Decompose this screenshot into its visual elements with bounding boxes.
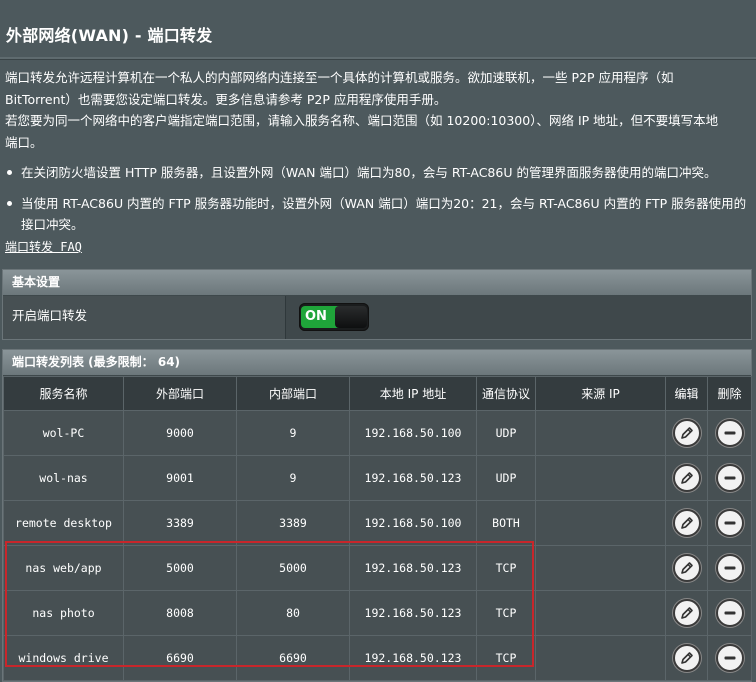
desc-line: 端口转发允许远程计算机在一个私人的内部网络内连接至一个具体的计算机或服务。欲加速… — [5, 70, 674, 85]
description: 端口转发允许远程计算机在一个私人的内部网络内连接至一个具体的计算机或服务。欲加速… — [5, 67, 750, 153]
cell-protocol: TCP — [476, 635, 536, 681]
desc-line: 端口。 — [5, 134, 43, 150]
edit-pencil-icon[interactable] — [672, 509, 701, 537]
cell-delete — [707, 635, 752, 681]
title-divider — [0, 57, 756, 60]
col-internal-port: 内部端口 — [236, 376, 350, 411]
port-forward-list-header: 端口转发列表 (最多限制： 64) — [3, 350, 751, 376]
cell-protocol: TCP — [476, 590, 536, 636]
table-row: nas photo 8008 80 192.168.50.123 TCP — [3, 590, 752, 636]
col-source-ip: 来源 IP — [535, 376, 666, 411]
toggle-on-label: ON — [301, 306, 339, 328]
col-local-ip: 本地 IP 地址 — [349, 376, 477, 411]
cell-internal-port: 9 — [236, 455, 350, 501]
cell-local-ip: 192.168.50.100 — [349, 500, 477, 546]
cell-edit — [665, 590, 708, 636]
page-title: 外部网络(WAN) - 端口转发 — [6, 26, 213, 45]
faq-link[interactable]: 端口转发 FAQ — [5, 238, 82, 255]
cell-local-ip: 192.168.50.100 — [349, 410, 477, 456]
cell-service-name: wol-nas — [3, 455, 124, 501]
cell-local-ip: 192.168.50.123 — [349, 545, 477, 591]
col-external-port: 外部端口 — [123, 376, 237, 411]
cell-source-ip — [535, 455, 666, 501]
basic-settings-header: 基本设置 — [3, 270, 751, 296]
table-row: windows drive 6690 6690 192.168.50.123 T… — [3, 635, 752, 681]
cell-source-ip — [535, 590, 666, 636]
cell-local-ip: 192.168.50.123 — [349, 455, 477, 501]
table-row: wol-PC 9000 9 192.168.50.100 UDP — [3, 410, 752, 456]
cell-internal-port: 5000 — [236, 545, 350, 591]
cell-local-ip: 192.168.50.123 — [349, 590, 477, 636]
delete-minus-icon[interactable] — [715, 554, 744, 582]
delete-minus-icon[interactable] — [715, 644, 744, 672]
enable-port-forward-row: 开启端口转发 ON — [3, 296, 751, 339]
edit-pencil-icon[interactable] — [672, 644, 701, 672]
col-delete: 删除 — [707, 376, 752, 411]
cell-service-name: nas photo — [3, 590, 124, 636]
cell-external-port: 9001 — [123, 455, 237, 501]
desc-line: 若您要为同一个网络中的客户端指定端口范围，请输入服务名称、端口范围（如 1020… — [5, 113, 719, 128]
cell-source-ip — [535, 410, 666, 456]
cell-local-ip: 192.168.50.123 — [349, 635, 477, 681]
delete-minus-icon[interactable] — [715, 599, 744, 627]
edit-pencil-icon[interactable] — [672, 419, 701, 447]
cell-external-port: 6690 — [123, 635, 237, 681]
cell-delete — [707, 590, 752, 636]
col-protocol: 通信协议 — [476, 376, 536, 411]
cell-protocol: BOTH — [476, 500, 536, 546]
port-forward-table: 服务名称 外部端口 内部端口 本地 IP 地址 通信协议 来源 IP 编辑 删除… — [3, 376, 752, 681]
basic-settings-section: 基本设置 开启端口转发 ON — [2, 269, 752, 340]
cell-source-ip — [535, 500, 666, 546]
cell-external-port: 3389 — [123, 500, 237, 546]
delete-minus-icon[interactable] — [715, 419, 744, 447]
cell-service-name: wol-PC — [3, 410, 124, 456]
edit-pencil-icon[interactable] — [672, 464, 701, 492]
cell-external-port: 5000 — [123, 545, 237, 591]
cell-service-name: nas web/app — [3, 545, 124, 591]
cell-service-name: remote desktop — [3, 500, 124, 546]
table-row: nas web/app 5000 5000 192.168.50.123 TCP — [3, 545, 752, 591]
toggle-knob — [335, 306, 367, 328]
port-forward-list-section: 端口转发列表 (最多限制： 64) 服务名称 外部端口 内部端口 本地 IP 地… — [2, 349, 752, 682]
cell-delete — [707, 455, 752, 501]
col-service-name: 服务名称 — [3, 376, 124, 411]
edit-pencil-icon[interactable] — [672, 554, 701, 582]
delete-minus-icon[interactable] — [715, 464, 744, 492]
enable-port-forward-label: 开启端口转发 — [3, 296, 286, 339]
cell-internal-port: 6690 — [236, 635, 350, 681]
cell-source-ip — [535, 635, 666, 681]
cell-delete — [707, 410, 752, 456]
cell-edit — [665, 635, 708, 681]
cell-source-ip — [535, 545, 666, 591]
table-header-row: 服务名称 外部端口 内部端口 本地 IP 地址 通信协议 来源 IP 编辑 删除 — [3, 376, 752, 411]
note-http-conflict: 在关闭防火墙设置 HTTP 服务器，且设置外网（WAN 端口）端口为80，会与 … — [5, 162, 750, 184]
col-edit: 编辑 — [665, 376, 708, 411]
cell-edit — [665, 500, 708, 546]
desc-line: BitTorrent）也需要您设定端口转发。更多信息请参考 P2P 应用程序使用… — [5, 91, 447, 107]
notes-list: 在关闭防火墙设置 HTTP 服务器，且设置外网（WAN 端口）端口为80，会与 … — [5, 162, 750, 245]
cell-delete — [707, 500, 752, 546]
cell-edit — [665, 455, 708, 501]
note-ftp-conflict: 当使用 RT-AC86U 内置的 FTP 服务器功能时，设置外网（WAN 端口）… — [5, 193, 750, 236]
cell-protocol: UDP — [476, 410, 536, 456]
cell-edit — [665, 410, 708, 456]
cell-internal-port: 80 — [236, 590, 350, 636]
cell-external-port: 9000 — [123, 410, 237, 456]
delete-minus-icon[interactable] — [715, 509, 744, 537]
edit-pencil-icon[interactable] — [672, 599, 701, 627]
cell-internal-port: 3389 — [236, 500, 350, 546]
cell-protocol: TCP — [476, 545, 536, 591]
port-forward-toggle[interactable]: ON — [299, 303, 369, 331]
table-row: remote desktop 3389 3389 192.168.50.100 … — [3, 500, 752, 546]
cell-protocol: UDP — [476, 455, 536, 501]
cell-internal-port: 9 — [236, 410, 350, 456]
cell-edit — [665, 545, 708, 591]
table-row: wol-nas 9001 9 192.168.50.123 UDP — [3, 455, 752, 501]
cell-external-port: 8008 — [123, 590, 237, 636]
cell-delete — [707, 545, 752, 591]
cell-service-name: windows drive — [3, 635, 124, 681]
enable-port-forward-cell: ON — [286, 296, 751, 339]
